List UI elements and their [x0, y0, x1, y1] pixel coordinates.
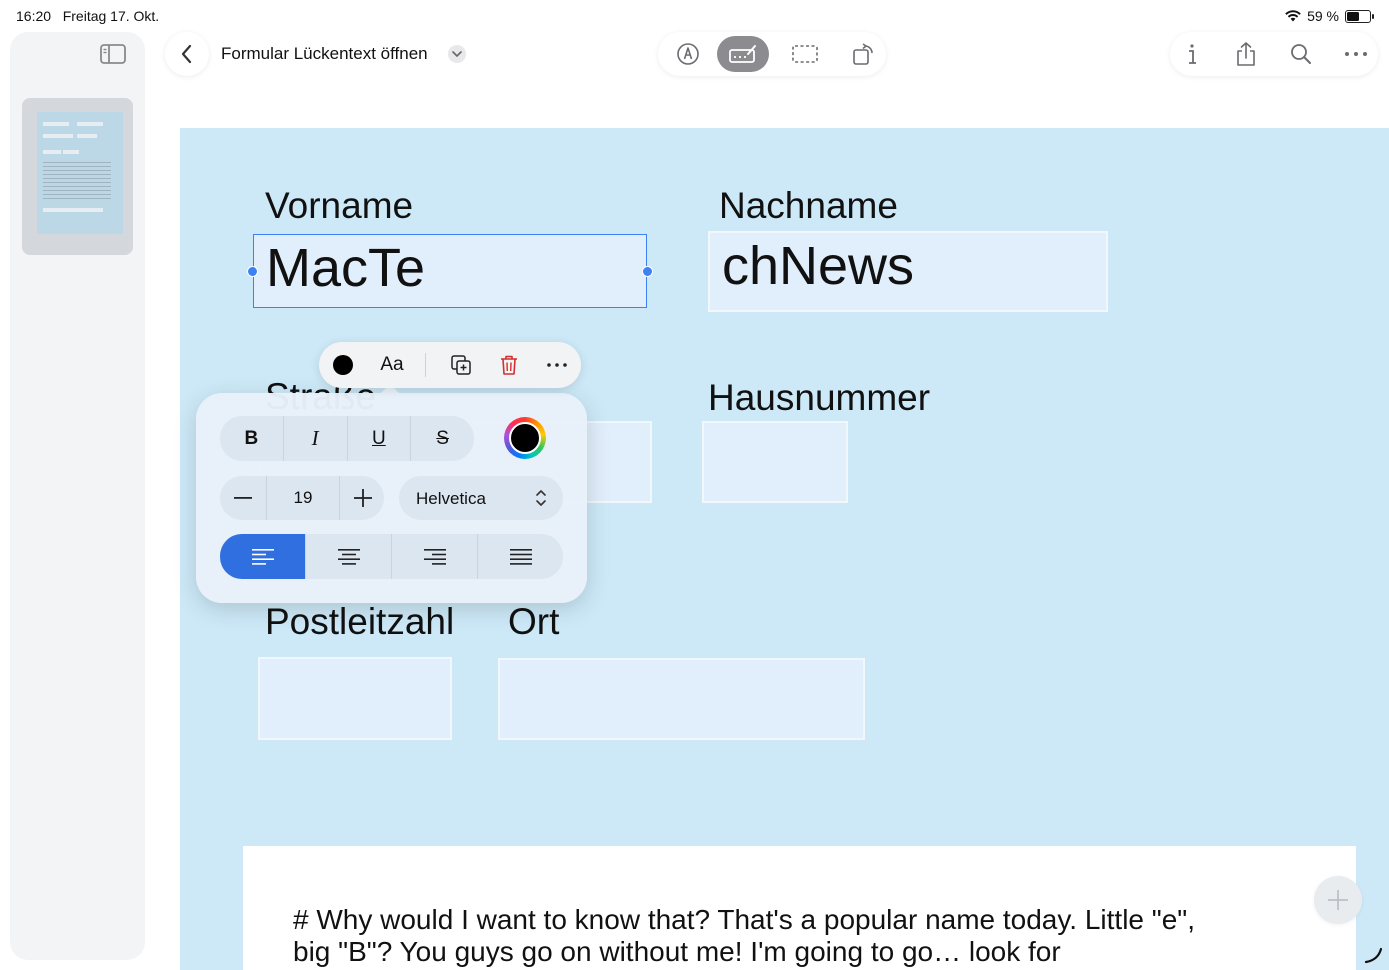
sidebar: [10, 32, 145, 960]
text-box-content[interactable]: # Why would I want to know that? That's …: [293, 904, 1233, 968]
selected-color-swatch: [509, 422, 541, 454]
sidebar-toggle-icon[interactable]: [100, 44, 126, 64]
form-fill-icon: [729, 45, 756, 63]
search-button[interactable]: [1279, 36, 1323, 72]
text-box[interactable]: # Why would I want to know that? That's …: [243, 846, 1356, 970]
postleitzahl-label: Postleitzahl: [265, 601, 455, 642]
resize-handle-right[interactable]: [642, 266, 653, 277]
status-indicators: 59 %: [1285, 8, 1374, 24]
align-center-icon: [337, 548, 360, 565]
align-justify-button[interactable]: [478, 534, 563, 579]
resize-handle-left[interactable]: [247, 266, 258, 277]
ort-field[interactable]: [498, 658, 865, 740]
decrease-size-button[interactable]: [220, 476, 267, 520]
info-icon: [1189, 44, 1196, 64]
document-title[interactable]: Formular Lückentext öffnen: [221, 44, 428, 64]
font-size-value[interactable]: 19: [267, 476, 340, 520]
chevron-up-down-icon: [536, 490, 546, 506]
markup-tool-button[interactable]: [666, 36, 710, 72]
align-right-icon: [423, 548, 446, 565]
align-left-icon: [251, 548, 274, 565]
share-icon: [1237, 42, 1255, 66]
back-button[interactable]: [165, 32, 209, 76]
postleitzahl-field[interactable]: [258, 657, 452, 740]
bold-button[interactable]: B: [220, 416, 284, 461]
menu-divider: [425, 353, 426, 377]
align-left-button[interactable]: [220, 534, 306, 579]
ellipsis-icon: [547, 363, 567, 367]
markup-tool-group: [658, 32, 886, 76]
scroll-indicator-icon: [1364, 947, 1383, 964]
nachname-label: Nachname: [719, 185, 898, 226]
status-bar: 16:20 Freitag 17. Okt. 59 %: [0, 0, 1389, 32]
italic-button[interactable]: I: [284, 416, 348, 461]
more-actions-button[interactable]: [539, 342, 575, 388]
status-time: 16:20 Freitag 17. Okt.: [16, 8, 159, 24]
battery-fill: [1347, 11, 1359, 21]
font-family-value: Helvetica: [416, 489, 486, 508]
select-tool-button[interactable]: [783, 36, 827, 72]
nachname-value[interactable]: chNews: [722, 235, 914, 297]
strikethrough-button[interactable]: S: [411, 416, 474, 461]
align-justify-icon: [509, 548, 532, 565]
duplicate-button[interactable]: [443, 342, 479, 388]
battery-percent: 59 %: [1307, 8, 1339, 24]
right-tool-group: [1170, 32, 1378, 76]
vorname-value[interactable]: MacTe: [266, 237, 425, 299]
form-fill-tool-button[interactable]: [717, 36, 769, 72]
share-button[interactable]: [1224, 36, 1268, 72]
delete-button[interactable]: [491, 342, 527, 388]
ort-label: Ort: [508, 601, 560, 642]
font-size-stepper: 19: [220, 476, 384, 520]
chevron-left-icon: [181, 44, 192, 64]
pen-circle-icon: [677, 43, 699, 65]
hausnummer-label: Hausnummer: [708, 377, 931, 418]
duplicate-icon: [451, 355, 471, 375]
time: 16:20: [16, 8, 52, 24]
dashed-rectangle-icon: [792, 45, 818, 63]
thumbnail-preview: [37, 112, 123, 234]
text-style-group: B I U S: [220, 416, 474, 461]
underline-button[interactable]: U: [348, 416, 412, 461]
add-button[interactable]: [1314, 876, 1362, 924]
plus-icon: [354, 489, 372, 507]
info-button[interactable]: [1170, 36, 1214, 72]
text-color-dot: [333, 355, 353, 375]
text-format-panel: B I U S 19 Helvetica: [196, 393, 587, 603]
title-menu-button[interactable]: [448, 45, 466, 63]
align-right-button[interactable]: [392, 534, 478, 579]
minus-icon: [234, 497, 252, 499]
font-family-select[interactable]: Helvetica: [399, 476, 563, 520]
hausnummer-field[interactable]: [702, 421, 848, 503]
increase-size-button[interactable]: [340, 476, 384, 520]
rotate-tool-button[interactable]: [842, 36, 886, 72]
wifi-icon: [1285, 10, 1301, 22]
trash-icon: [501, 355, 517, 375]
context-menu: Aa: [319, 342, 581, 388]
date: Freitag 17. Okt.: [62, 8, 160, 24]
search-icon: [1291, 44, 1311, 64]
text-color-button[interactable]: [327, 342, 359, 388]
more-button[interactable]: [1334, 36, 1378, 72]
page-thumbnail[interactable]: [22, 98, 133, 255]
color-picker-button[interactable]: [504, 417, 546, 459]
chevron-down-icon: [452, 51, 462, 57]
font-format-button[interactable]: Aa: [369, 342, 415, 388]
battery-icon: [1345, 9, 1374, 23]
plus-icon: [1328, 890, 1348, 910]
nachname-field[interactable]: chNews: [708, 231, 1108, 312]
align-center-button[interactable]: [306, 534, 392, 579]
vorname-label: Vorname: [265, 185, 414, 226]
alignment-group: [220, 534, 563, 579]
ellipsis-icon: [1345, 52, 1367, 56]
rotate-icon: [853, 43, 873, 65]
vorname-field[interactable]: MacTe: [253, 234, 647, 308]
